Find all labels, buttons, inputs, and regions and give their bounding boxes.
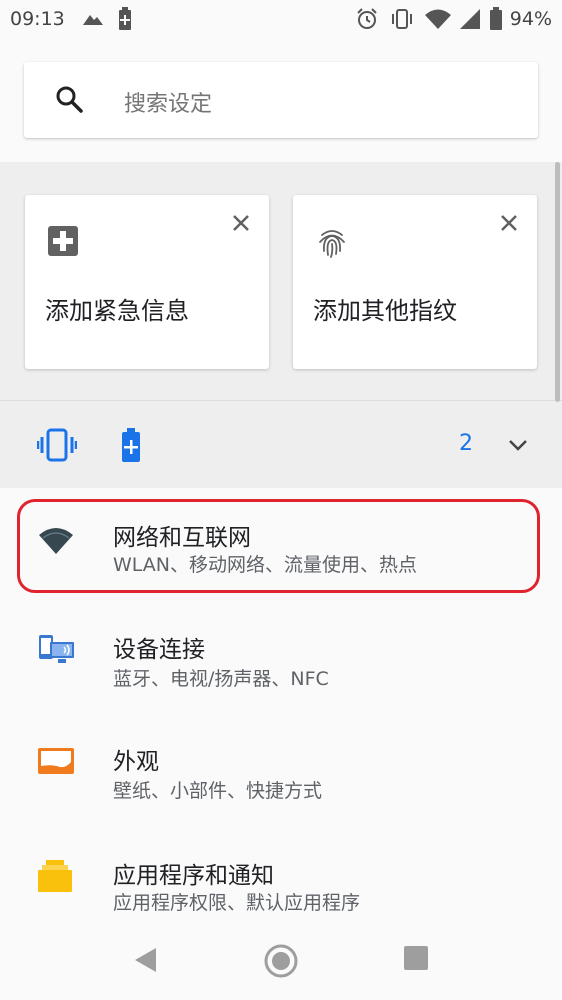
search-icon <box>54 84 84 118</box>
close-icon[interactable] <box>231 213 251 237</box>
display-icon <box>38 748 74 778</box>
devices-icon <box>38 634 76 670</box>
battery-saver-icon <box>121 428 141 466</box>
signal-icon <box>458 7 482 35</box>
search-bar[interactable]: 搜索设定 <box>24 62 538 138</box>
setting-title: 网络和互联网 <box>113 525 251 551</box>
back-icon[interactable] <box>132 945 158 979</box>
search-area: 搜索设定 <box>0 38 562 162</box>
battery-icon <box>489 7 503 35</box>
wifi-icon <box>424 7 452 35</box>
setting-title: 外观 <box>113 749 159 775</box>
fingerprint-icon <box>315 225 349 263</box>
battery-plus-icon <box>117 7 133 35</box>
status-bar: 09:13 94% <box>0 0 562 38</box>
setting-subtitle: 应用程序权限、默认应用程序 <box>113 892 361 914</box>
scrollbar[interactable] <box>555 162 560 402</box>
medical-plus-icon <box>47 225 79 261</box>
setting-subtitle: 壁纸、小部件、快捷方式 <box>113 780 323 802</box>
conditions-row[interactable]: 2 <box>0 401 562 488</box>
battery-percent: 94% <box>509 8 552 30</box>
vibrate-icon <box>390 7 414 35</box>
setting-subtitle: WLAN、移动网络、流量使用、热点 <box>113 554 418 576</box>
close-icon[interactable] <box>499 213 519 237</box>
setting-connected-devices[interactable]: 设备连接 蓝牙、电视/扬声器、NFC <box>0 600 562 712</box>
navigation-bar <box>0 925 562 1000</box>
vibrate-icon <box>36 428 78 466</box>
status-time: 09:13 <box>10 8 65 30</box>
suggestion-card-fingerprint[interactable]: 添加其他指纹 <box>293 195 537 369</box>
search-input[interactable]: 搜索设定 <box>124 86 212 118</box>
chevron-down-icon[interactable] <box>507 437 529 456</box>
wifi-icon <box>38 526 74 560</box>
mountain-icon <box>82 7 104 33</box>
setting-network-internet[interactable]: 网络和互联网 WLAN、移动网络、流量使用、热点 <box>0 488 562 600</box>
setting-subtitle: 蓝牙、电视/扬声器、NFC <box>113 668 329 690</box>
setting-title: 应用程序和通知 <box>113 863 274 889</box>
recents-icon[interactable] <box>403 945 429 975</box>
setting-title: 设备连接 <box>113 637 205 663</box>
suggestion-card-label: 添加其他指纹 <box>313 297 457 325</box>
conditions-count: 2 <box>459 431 473 456</box>
suggestion-card-label: 添加紧急信息 <box>45 297 189 325</box>
setting-apps-notifications[interactable]: 应用程序和通知 应用程序权限、默认应用程序 <box>0 824 562 936</box>
suggestion-card-emergency-info[interactable]: 添加紧急信息 <box>25 195 269 369</box>
setting-appearance[interactable]: 外观 壁纸、小部件、快捷方式 <box>0 712 562 824</box>
home-icon[interactable] <box>263 943 299 983</box>
alarm-icon <box>355 7 379 35</box>
apps-icon <box>38 858 72 896</box>
suggestions-panel: 添加紧急信息 添加其他指纹 2 <box>0 162 562 488</box>
